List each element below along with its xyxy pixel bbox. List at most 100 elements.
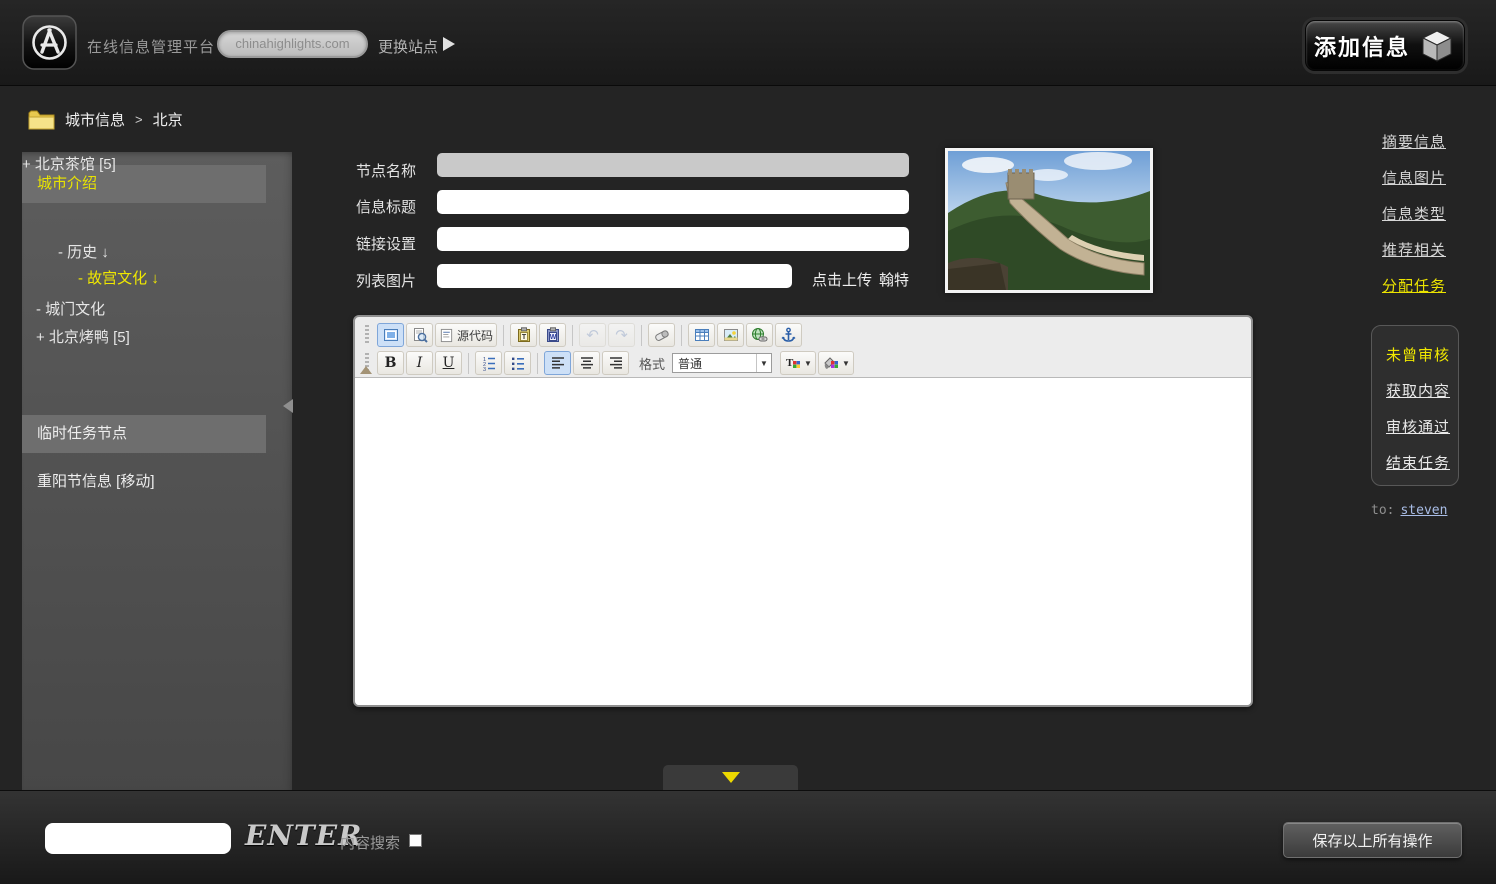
assignee-row: to: steven bbox=[1371, 503, 1447, 518]
add-info-button[interactable]: 添加信息 bbox=[1305, 20, 1465, 71]
status-unreviewed[interactable]: 未曾审核 bbox=[1386, 344, 1450, 365]
italic-button[interactable]: I bbox=[406, 351, 433, 375]
status-approved[interactable]: 审核通过 bbox=[1386, 416, 1450, 437]
great-wall-thumbnail bbox=[945, 148, 1153, 293]
underline-button[interactable]: U bbox=[435, 351, 462, 375]
change-site-arrow-icon[interactable] bbox=[443, 37, 455, 51]
top-header: 在线信息管理平台 chinahighlights.com 更换站点 添加信息 bbox=[0, 0, 1496, 86]
format-dropdown-arrow-icon[interactable]: ▼ bbox=[756, 354, 771, 372]
content-search-input[interactable] bbox=[45, 823, 231, 854]
format-dropdown[interactable]: 普通 ▼ bbox=[672, 353, 772, 373]
preview-button[interactable] bbox=[406, 323, 433, 347]
insert-image-button[interactable] bbox=[717, 323, 744, 347]
anchor-icon bbox=[781, 327, 796, 343]
svg-text:3: 3 bbox=[483, 367, 486, 371]
task-status-box: 未曾审核 获取内容 审核通过 结束任务 bbox=[1371, 325, 1459, 486]
assignee-link[interactable]: steven bbox=[1400, 503, 1447, 518]
svg-text:T: T bbox=[786, 357, 794, 369]
bullet-list-icon bbox=[510, 355, 526, 371]
insert-table-button[interactable] bbox=[688, 323, 715, 347]
save-all-button[interactable]: 保存以上所有操作 bbox=[1283, 822, 1462, 858]
bold-button[interactable]: B bbox=[377, 351, 404, 375]
tree-sidebar: 城市介绍 - 历史 ↓ - 故宫文化 ↓ - 城门文化 + 北京烤鸭 [5] +… bbox=[22, 152, 292, 790]
text-color-button[interactable]: T ▼ bbox=[780, 351, 816, 375]
insert-anchor-button[interactable] bbox=[775, 323, 802, 347]
bullet-list-button[interactable] bbox=[504, 351, 531, 375]
undo-icon: ↶ bbox=[586, 328, 599, 343]
content-search-label: 内容搜索 bbox=[340, 832, 400, 853]
status-get-content[interactable]: 获取内容 bbox=[1386, 380, 1450, 401]
bg-color-button[interactable]: ▼ bbox=[818, 351, 854, 375]
bg-color-dropdown-arrow-icon[interactable]: ▼ bbox=[842, 359, 850, 368]
expand-panel-tab[interactable] bbox=[663, 765, 798, 790]
right-link-images[interactable]: 信息图片 bbox=[1360, 167, 1446, 188]
right-link-type[interactable]: 信息类型 bbox=[1360, 203, 1446, 224]
svg-text:T: T bbox=[521, 334, 526, 341]
app-store-logo-icon[interactable] bbox=[22, 15, 77, 70]
editor-toolbar: 源代码 T W bbox=[355, 317, 1251, 377]
align-left-button[interactable] bbox=[544, 351, 571, 375]
status-finish-task[interactable]: 结束任务 bbox=[1386, 452, 1450, 473]
platform-title: 在线信息管理平台 bbox=[87, 36, 215, 57]
node-name-label: 节点名称 bbox=[356, 160, 416, 181]
list-image-field[interactable] bbox=[437, 264, 792, 288]
upload-link[interactable]: 点击上传 bbox=[812, 269, 872, 290]
align-left-icon bbox=[550, 355, 566, 371]
paste-text-button[interactable]: T bbox=[510, 323, 537, 347]
paste-word-button[interactable]: W bbox=[539, 323, 566, 347]
info-title-field[interactable] bbox=[437, 190, 909, 214]
add-info-label: 添加信息 bbox=[1314, 30, 1410, 62]
svg-text:W: W bbox=[549, 334, 556, 341]
info-title-label: 信息标题 bbox=[356, 196, 416, 217]
remove-format-button[interactable] bbox=[648, 323, 675, 347]
editor-content[interactable] bbox=[355, 377, 1251, 705]
italic-icon: I bbox=[417, 355, 423, 371]
link-setting-label: 链接设置 bbox=[356, 233, 416, 254]
tree-item-chengmen-selected[interactable]: - 城门文化 bbox=[22, 297, 266, 323]
node-name-field bbox=[437, 153, 909, 177]
format-value: 普通 bbox=[673, 355, 756, 372]
sidebar-section-task[interactable]: 临时任务节点 bbox=[22, 415, 266, 453]
tree-item-history[interactable]: - 历史 ↓ bbox=[22, 240, 266, 266]
breadcrumb-current: 北京 bbox=[153, 109, 183, 130]
maximize-button[interactable] bbox=[377, 323, 404, 347]
source-code-button[interactable]: 源代码 bbox=[435, 323, 497, 347]
text-color-dropdown-arrow-icon[interactable]: ▼ bbox=[804, 359, 812, 368]
align-right-button[interactable] bbox=[602, 351, 629, 375]
breadcrumb-parent[interactable]: 城市信息 bbox=[65, 109, 125, 130]
table-icon bbox=[694, 327, 710, 343]
bg-color-icon bbox=[822, 355, 839, 371]
list-image-label: 列表图片 bbox=[356, 270, 416, 291]
content-search-checkbox[interactable] bbox=[409, 834, 422, 847]
link-setting-field[interactable] bbox=[437, 227, 909, 251]
redo-icon: ↷ bbox=[615, 328, 628, 343]
task-item-chongyang[interactable]: 重阳节信息 [移动] bbox=[22, 470, 266, 491]
insert-link-button[interactable] bbox=[746, 323, 773, 347]
preview-icon bbox=[412, 327, 428, 343]
undo-button[interactable]: ↶ bbox=[579, 323, 606, 347]
maximize-icon bbox=[383, 327, 399, 343]
current-site-button[interactable]: chinahighlights.com bbox=[217, 30, 368, 58]
sidebar-collapse-icon[interactable] bbox=[283, 399, 293, 413]
source-code-label: 源代码 bbox=[457, 327, 493, 344]
tree-item-gugong[interactable]: - 故宫文化 ↓ bbox=[22, 266, 266, 292]
cms-app: 在线信息管理平台 chinahighlights.com 更换站点 添加信息 城… bbox=[0, 0, 1496, 884]
right-link-summary[interactable]: 摘要信息 bbox=[1360, 131, 1446, 152]
right-link-related[interactable]: 推荐相关 bbox=[1360, 239, 1446, 260]
globe-link-icon bbox=[751, 327, 768, 343]
right-link-assign-active[interactable]: 分配任务 bbox=[1360, 275, 1446, 296]
assign-to-label: to: bbox=[1371, 503, 1394, 518]
breadcrumb-separator: > bbox=[135, 112, 143, 127]
align-center-icon bbox=[579, 355, 595, 371]
align-right-icon bbox=[608, 355, 624, 371]
redo-button[interactable]: ↷ bbox=[608, 323, 635, 347]
tree-item-chaguan[interactable]: + 北京茶馆 [5] bbox=[22, 152, 266, 178]
numbered-list-button[interactable]: 1 2 3 bbox=[475, 351, 502, 375]
toolbar-collapse-icon[interactable] bbox=[360, 366, 372, 374]
paste-text-icon: T bbox=[516, 327, 532, 343]
tree-item-kaoya[interactable]: + 北京烤鸭 [5] bbox=[22, 325, 266, 351]
change-site-link[interactable]: 更换站点 bbox=[378, 36, 438, 57]
numbered-list-icon: 1 2 3 bbox=[481, 355, 497, 371]
breadcrumb: 城市信息 > 北京 bbox=[28, 108, 183, 131]
align-center-button[interactable] bbox=[573, 351, 600, 375]
